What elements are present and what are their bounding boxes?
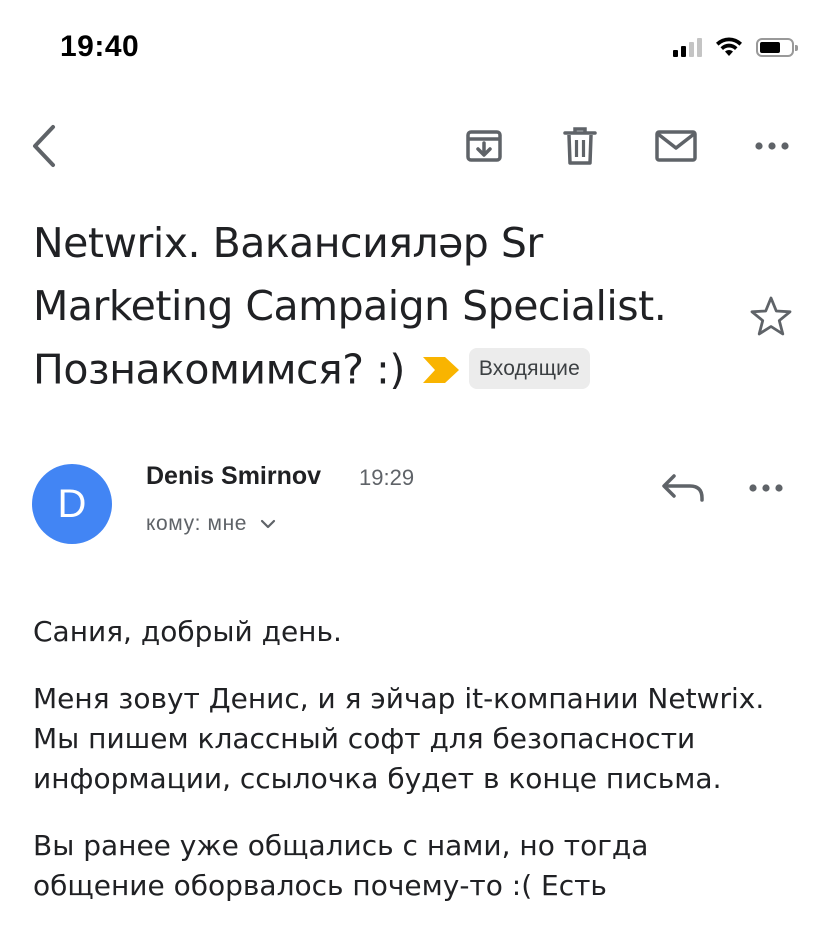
message-more-icon[interactable] <box>748 472 796 504</box>
signal-icon <box>673 37 702 57</box>
mail-icon[interactable] <box>652 122 700 170</box>
reply-icon[interactable] <box>658 466 712 510</box>
email-subject: Netwrix. Вакансияләр Sr Marketing Campai… <box>33 212 723 407</box>
sender-avatar[interactable]: D <box>32 464 112 544</box>
star-icon[interactable] <box>748 294 794 340</box>
recipient-details[interactable]: кому: мне <box>146 512 276 536</box>
battery-icon <box>756 37 798 57</box>
sender-name: Denis Smirnov <box>146 462 322 490</box>
body-paragraph: Вы ранее уже общались с нами, но тогда о… <box>33 829 649 902</box>
status-time: 19:40 <box>60 30 140 63</box>
archive-icon[interactable] <box>460 122 508 170</box>
sent-time: 19:29 <box>359 465 415 490</box>
wifi-icon <box>716 37 742 56</box>
recipient-label: кому: мне <box>146 512 248 535</box>
body-paragraph: Сания, добрый день. <box>33 615 342 648</box>
label-chip-inbox[interactable]: Входящие <box>468 348 590 389</box>
chevron-down-icon <box>260 520 275 529</box>
more-horizontal-icon[interactable] <box>748 122 796 170</box>
status-icons <box>673 36 798 58</box>
back-arrow-icon[interactable] <box>20 122 68 170</box>
email-body: Сания, добрый день. Меня зовут Денис, и … <box>33 612 778 933</box>
important-marker-icon[interactable] <box>422 338 459 401</box>
body-paragraph: Меня зовут Денис, и я эйчар it-компании … <box>33 682 765 795</box>
trash-icon[interactable] <box>556 122 604 170</box>
